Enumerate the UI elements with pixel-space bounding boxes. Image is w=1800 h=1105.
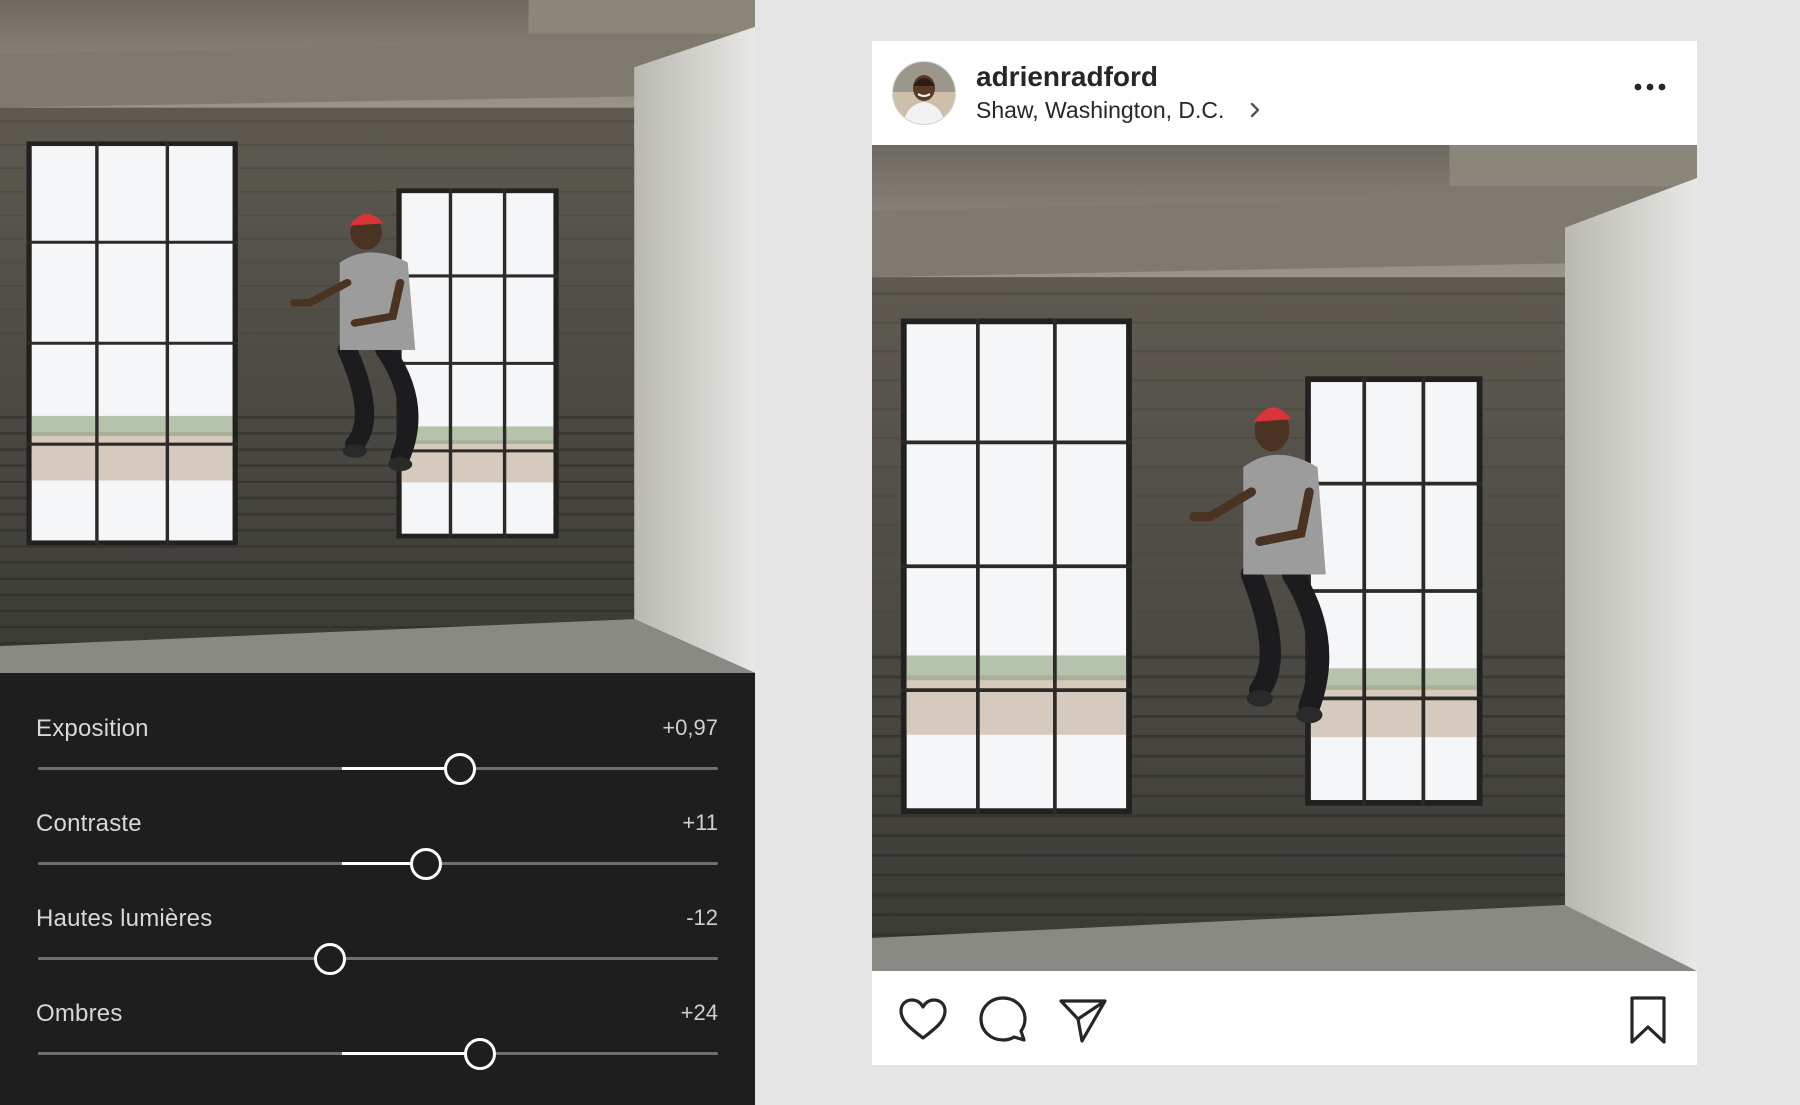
adjustment-value: +11 [682, 810, 718, 835]
slider-handle[interactable] [314, 943, 347, 975]
slider-fill [342, 767, 460, 770]
adjustment-exposition: Exposition +0,97 [36, 715, 718, 810]
bookmark-icon[interactable] [1621, 993, 1675, 1047]
adjustment-label: Ombres [36, 1000, 123, 1027]
adjustment-hautes-lumieres: Hautes lumières -12 [36, 905, 718, 1000]
slider-track[interactable] [38, 957, 718, 960]
slider-handle[interactable] [443, 753, 476, 785]
photo-editor: Exposition +0,97 Contraste +11 Hautes lu… [0, 0, 755, 1105]
adjustments-panel: Exposition +0,97 Contraste +11 Hautes lu… [0, 673, 755, 1105]
chevron-right-icon [1250, 102, 1260, 118]
adjustment-label: Contraste [36, 810, 142, 837]
slider-handle[interactable] [409, 848, 442, 880]
editor-photo-preview [0, 0, 755, 673]
comment-bubble-icon[interactable] [976, 993, 1030, 1047]
adjustment-label: Exposition [36, 715, 149, 742]
heart-icon[interactable] [896, 993, 950, 1047]
paper-plane-icon[interactable] [1056, 993, 1110, 1047]
slider-handle[interactable] [464, 1038, 496, 1070]
instagram-post-card: adrienradford Shaw, Washington, D.C. [872, 41, 1697, 1065]
adjustment-value: +0,97 [662, 715, 718, 740]
avatar[interactable] [892, 61, 956, 125]
adjustment-contraste: Contraste +11 [36, 810, 718, 905]
adjustment-value: -12 [686, 905, 718, 930]
post-photo[interactable] [872, 145, 1697, 971]
adjustment-label: Hautes lumières [36, 905, 213, 932]
more-horizontal-icon[interactable] [1633, 77, 1667, 97]
post-location[interactable]: Shaw, Washington, D.C. [976, 97, 1224, 124]
adjustment-ombres: Ombres +24 [36, 1000, 718, 1095]
slider-fill [342, 1052, 480, 1055]
adjustment-value: +24 [680, 1000, 718, 1025]
post-username[interactable]: adrienradford [976, 61, 1158, 93]
